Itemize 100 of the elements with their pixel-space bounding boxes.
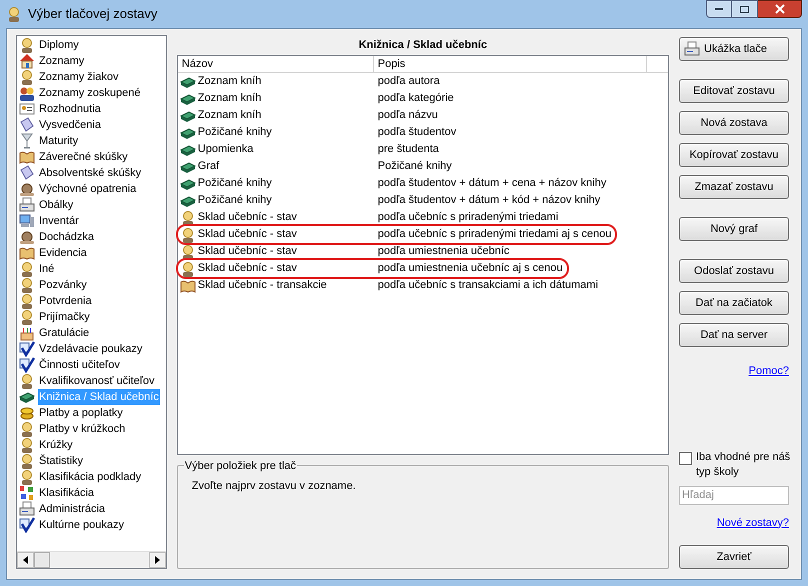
- printer-icon: [19, 501, 35, 517]
- search-field[interactable]: Hľadaj: [679, 486, 789, 504]
- category-item[interactable]: Maturity: [38, 133, 80, 149]
- category-item[interactable]: Platby v krúžkoch: [38, 421, 126, 437]
- checkmark-icon: [19, 357, 35, 373]
- table-cell-text: Požičané knihy: [198, 193, 272, 208]
- table-cell-text: Sklad učebníc - transakcie: [198, 278, 327, 294]
- column-header[interactable]: Popis: [374, 56, 647, 72]
- table-cell-text: pre študenta: [376, 142, 439, 158]
- table-cell-text: Požičané knihy: [198, 125, 272, 140]
- category-item[interactable]: Dochádzka: [38, 229, 96, 245]
- category-item[interactable]: Vysvedčenia: [38, 117, 102, 133]
- category-item[interactable]: Činnosti učiteľov: [38, 357, 121, 373]
- table-cell-text: podľa umiestnenia učebníc aj s cenou: [376, 261, 563, 276]
- action-button[interactable]: Dať na začiatok: [679, 291, 789, 315]
- person-icon: [19, 373, 35, 389]
- table-cell-text: podľa kategórie: [376, 91, 454, 106]
- category-item[interactable]: Absolventské skúšky: [38, 165, 142, 181]
- table-cell-text: Sklad učebníc - stav: [198, 210, 297, 226]
- table-cell-text: Zoznam kníh: [198, 74, 262, 90]
- table-cell-text: Sklad učebníc - stav: [198, 227, 297, 242]
- action-button[interactable]: Editovať zostavu: [679, 79, 789, 103]
- category-item[interactable]: Platby a poplatky: [38, 405, 124, 421]
- house-icon: [19, 53, 35, 69]
- person-icon: [19, 37, 35, 53]
- printer-icon: [19, 197, 35, 213]
- table-cell-text: podľa názvu: [376, 108, 438, 124]
- action-button[interactable]: Kopírovať zostavu: [679, 143, 789, 167]
- category-item[interactable]: Obálky: [38, 197, 74, 213]
- category-item[interactable]: Výchovné opatrenia: [38, 181, 138, 197]
- table-cell-text: podľa učebníc s priradenými triedami: [376, 210, 558, 226]
- card-icon: [19, 101, 35, 117]
- category-item[interactable]: Potvrdenia: [38, 293, 93, 309]
- category-item[interactable]: Krúžky: [38, 437, 74, 453]
- checkmark-icon: [19, 341, 35, 357]
- open-book-icon: [180, 278, 196, 294]
- table-cell-text: Upomienka: [198, 142, 254, 158]
- action-button[interactable]: Nový graf: [679, 217, 789, 241]
- new-reports-link[interactable]: Nové zostavy?: [716, 514, 789, 531]
- scrollbar-thumb[interactable]: [34, 552, 50, 568]
- table-cell-text: Graf: [198, 159, 220, 174]
- category-item[interactable]: Zoznamy žiakov: [38, 69, 120, 85]
- person-icon: [19, 421, 35, 437]
- close-button[interactable]: [758, 0, 802, 18]
- maximize-button[interactable]: [732, 0, 758, 18]
- coins-icon: [19, 405, 35, 421]
- action-button[interactable]: Odoslať zostavu: [679, 259, 789, 283]
- category-item[interactable]: Diplomy: [38, 37, 80, 53]
- column-header[interactable]: Názov: [178, 56, 374, 72]
- table-cell-text: podľa učebníc s priradenými triedami aj s cenou: [376, 227, 612, 242]
- category-item[interactable]: Kvalifikovanosť učiteľov: [38, 373, 156, 389]
- action-button[interactable]: Zmazať zostavu: [679, 175, 789, 199]
- action-button[interactable]: Nová zostava: [679, 111, 789, 135]
- filter-checkbox[interactable]: [679, 452, 692, 464]
- category-item[interactable]: Vzdelávacie poukazy: [38, 341, 144, 357]
- print-preview-button[interactable]: Ukážka tlače: [679, 37, 789, 61]
- left-arrow-icon: [23, 556, 28, 564]
- category-item[interactable]: Prijímačky: [38, 309, 91, 325]
- category-item[interactable]: Klasifikácia podklady: [38, 469, 142, 485]
- cake-icon: [19, 325, 35, 341]
- table-cell-text: podľa študentov + dátum + cena + názov knihy: [376, 176, 606, 192]
- category-item[interactable]: Záverečné skúšky: [38, 149, 129, 165]
- table-cell-text: Požičané knihy: [198, 176, 272, 192]
- person-icon: [19, 293, 35, 309]
- panel-title: Knižnica / Sklad učebníc: [358, 38, 488, 53]
- table-cell-text: podľa umiestnenia učebníc: [376, 244, 510, 260]
- category-item[interactable]: Zoznamy: [38, 53, 86, 69]
- category-item[interactable]: Administrácia: [38, 501, 106, 517]
- person-icon: [6, 6, 22, 22]
- category-item[interactable]: Štatistiky: [38, 453, 84, 469]
- category-item[interactable]: Pozvánky: [38, 277, 88, 293]
- person-icon: [19, 469, 35, 485]
- category-item[interactable]: Iné: [38, 261, 56, 277]
- close-icon: [774, 4, 784, 14]
- person-icon: [19, 309, 35, 325]
- group-title: Výber položiek pre tlač: [184, 458, 298, 474]
- printer-icon: [684, 41, 700, 57]
- checkmark-icon: [19, 517, 35, 533]
- category-item[interactable]: Zoznamy zoskupené: [38, 85, 142, 101]
- close-dialog-button[interactable]: Zavrieť: [679, 545, 789, 569]
- person-icon: [19, 437, 35, 453]
- person-icon: [19, 277, 35, 293]
- minimize-button[interactable]: [706, 0, 732, 18]
- horizontal-scrollbar[interactable]: [17, 551, 166, 568]
- action-button[interactable]: Dať na server: [679, 323, 789, 347]
- table-cell-text: Zoznam kníh: [198, 108, 262, 124]
- filter-label: Iba vhodné pre náš typ školy: [696, 450, 791, 480]
- category-item[interactable]: Klasifikácia: [38, 485, 96, 501]
- table-cell-text: Zoznam kníh: [198, 91, 262, 106]
- category-item[interactable]: Kultúrne poukazy: [38, 517, 125, 533]
- category-item[interactable]: Gratulácie: [38, 325, 90, 341]
- document-icon: [19, 165, 35, 181]
- category-item[interactable]: Rozhodnutia: [38, 101, 102, 117]
- table-cell-text: podľa študentov + dátum + kód + názov knihy: [376, 193, 600, 208]
- help-link[interactable]: Pomoc?: [748, 363, 789, 380]
- person-icon: [19, 453, 35, 469]
- category-item[interactable]: Inventár: [38, 213, 80, 229]
- group-message: Zvoľte najprv zostavu v zozname.: [192, 480, 356, 492]
- category-item[interactable]: Evidencia: [38, 245, 88, 261]
- table-cell-text: podľa študentov: [376, 125, 456, 140]
